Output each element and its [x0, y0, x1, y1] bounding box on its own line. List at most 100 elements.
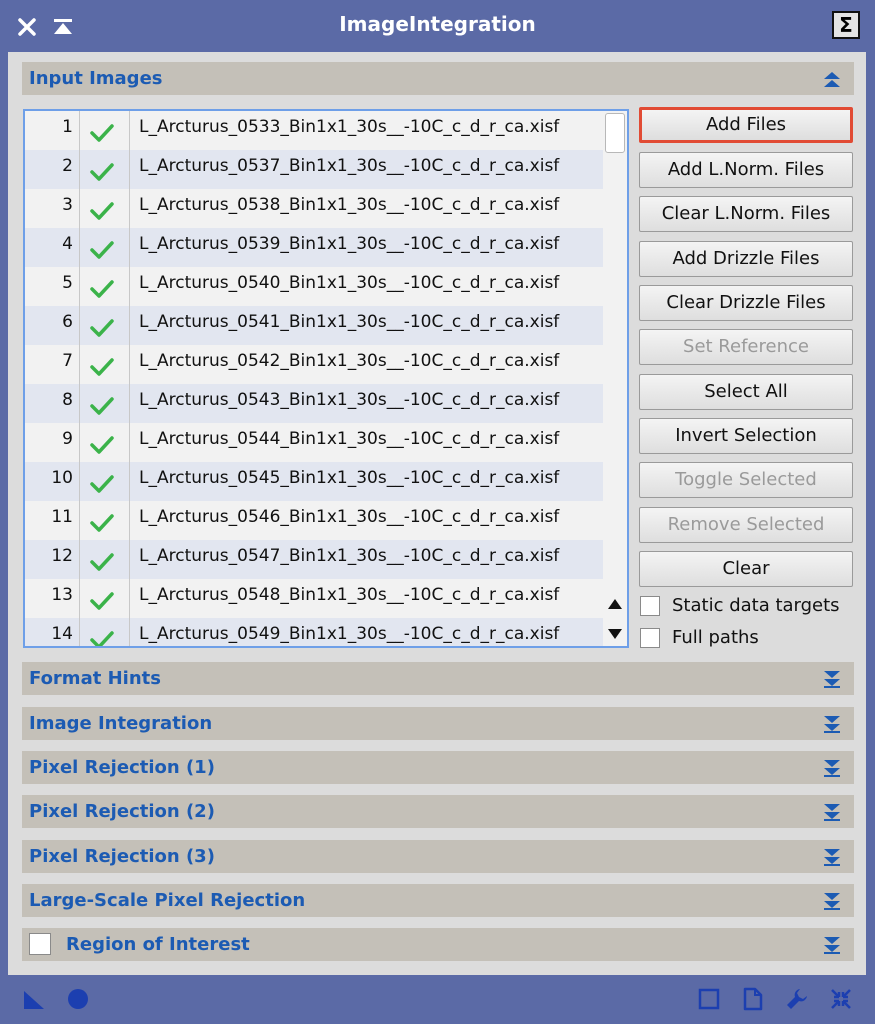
window-title: ImageIntegration: [339, 12, 536, 36]
checkmark-icon[interactable]: [89, 240, 115, 260]
table-row[interactable]: 5 L_Arcturus_0540_Bin1x1_30s__-10C_c_d_r_…: [25, 267, 603, 306]
title-bar: ImageIntegration Σ: [0, 0, 875, 52]
checkbox-label: Full paths: [672, 627, 759, 648]
expand-icon[interactable]: [822, 803, 842, 821]
checkmark-icon[interactable]: [89, 318, 115, 338]
checkmark-icon[interactable]: [89, 435, 115, 455]
section-title: Pixel Rejection (3): [29, 846, 215, 867]
file-name: L_Arcturus_0548_Bin1x1_30s__-10C_c_d_r_c…: [139, 585, 560, 605]
file-name: L_Arcturus_0537_Bin1x1_30s__-10C_c_d_r_c…: [139, 156, 560, 176]
clear-drizzle-files-button[interactable]: Clear Drizzle Files: [639, 285, 853, 321]
apply-global-icon[interactable]: [66, 987, 90, 1011]
checkmark-icon[interactable]: [89, 201, 115, 221]
row-index: 11: [51, 507, 73, 527]
section-region-of-interest[interactable]: Region of Interest: [22, 928, 854, 961]
table-row[interactable]: 8 L_Arcturus_0543_Bin1x1_30s__-10C_c_d_r_…: [25, 384, 603, 423]
section-pixel-rejection-3[interactable]: Pixel Rejection (3): [22, 840, 854, 873]
full-paths-checkbox[interactable]: [640, 628, 660, 648]
toggle-selected-button[interactable]: Toggle Selected: [639, 462, 853, 498]
section-pixel-rejection-2[interactable]: Pixel Rejection (2): [22, 795, 854, 828]
row-index: 6: [62, 312, 73, 332]
section-title: Pixel Rejection (1): [29, 757, 215, 778]
select-all-button[interactable]: Select All: [639, 374, 853, 410]
table-row[interactable]: 14 L_Arcturus_0549_Bin1x1_30s__-10C_c_d_r…: [25, 618, 603, 648]
checkmark-icon[interactable]: [89, 279, 115, 299]
bottom-toolbar: [0, 975, 875, 1024]
row-index: 13: [51, 585, 73, 605]
file-name: L_Arcturus_0539_Bin1x1_30s__-10C_c_d_r_c…: [139, 234, 560, 254]
checkmark-icon[interactable]: [89, 591, 115, 611]
row-index: 3: [62, 195, 73, 215]
list-scrollbar[interactable]: [603, 111, 627, 646]
checkmark-icon[interactable]: [89, 474, 115, 494]
set-reference-button[interactable]: Set Reference: [639, 329, 853, 365]
invert-selection-button[interactable]: Invert Selection: [639, 418, 853, 454]
expand-icon[interactable]: [822, 848, 842, 866]
input-images-list[interactable]: 1 L_Arcturus_0533_Bin1x1_30s__-10C_c_d_r_…: [23, 109, 629, 648]
table-row[interactable]: 10 L_Arcturus_0545_Bin1x1_30s__-10C_c_d_r…: [25, 462, 603, 501]
row-index: 7: [62, 351, 73, 371]
table-row[interactable]: 4 L_Arcturus_0539_Bin1x1_30s__-10C_c_d_r_…: [25, 228, 603, 267]
section-title: Image Integration: [29, 713, 213, 734]
clear-button[interactable]: Clear: [639, 551, 853, 587]
checkmark-icon[interactable]: [89, 357, 115, 377]
remove-selected-button[interactable]: Remove Selected: [639, 507, 853, 543]
checkmark-icon[interactable]: [89, 123, 115, 143]
scroll-up-icon[interactable]: [608, 599, 622, 609]
document-icon[interactable]: [741, 987, 765, 1011]
section-format-hints[interactable]: Format Hints: [22, 662, 854, 695]
add-lnorm-files-button[interactable]: Add L.Norm. Files: [639, 152, 853, 188]
section-title: Region of Interest: [66, 934, 250, 955]
row-index: 10: [51, 468, 73, 488]
section-pixel-rejection-1[interactable]: Pixel Rejection (1): [22, 751, 854, 784]
checkmark-icon[interactable]: [89, 552, 115, 572]
scrollbar-thumb[interactable]: [605, 113, 625, 153]
sigma-icon[interactable]: Σ: [832, 11, 860, 39]
file-name: L_Arcturus_0542_Bin1x1_30s__-10C_c_d_r_c…: [139, 351, 560, 371]
section-title: Input Images: [29, 68, 163, 89]
row-index: 12: [51, 546, 73, 566]
table-row[interactable]: 6 L_Arcturus_0541_Bin1x1_30s__-10C_c_d_r_…: [25, 306, 603, 345]
section-input-images[interactable]: Input Images: [22, 62, 854, 95]
checkmark-icon[interactable]: [89, 396, 115, 416]
dialog-content: Input Images 1 L_Arcturus_0533_Bin1x1_30s…: [8, 52, 866, 975]
checkmark-icon[interactable]: [89, 513, 115, 533]
new-instance-icon[interactable]: [22, 987, 46, 1011]
row-index: 14: [51, 624, 73, 644]
scroll-down-icon[interactable]: [608, 629, 622, 639]
table-row[interactable]: 12 L_Arcturus_0547_Bin1x1_30s__-10C_c_d_r…: [25, 540, 603, 579]
add-drizzle-files-button[interactable]: Add Drizzle Files: [639, 241, 853, 277]
table-row[interactable]: 7 L_Arcturus_0542_Bin1x1_30s__-10C_c_d_r_…: [25, 345, 603, 384]
table-row[interactable]: 11 L_Arcturus_0546_Bin1x1_30s__-10C_c_d_r…: [25, 501, 603, 540]
expand-icon[interactable]: [822, 759, 842, 777]
row-index: 2: [62, 156, 73, 176]
settings-wrench-icon[interactable]: [785, 987, 809, 1011]
clear-lnorm-files-button[interactable]: Clear L.Norm. Files: [639, 196, 853, 232]
file-name: L_Arcturus_0543_Bin1x1_30s__-10C_c_d_r_c…: [139, 390, 560, 410]
reset-icon[interactable]: [829, 987, 853, 1011]
section-title: Large-Scale Pixel Rejection: [29, 890, 306, 911]
collapse-icon[interactable]: [822, 70, 842, 88]
table-row[interactable]: 2 L_Arcturus_0537_Bin1x1_30s__-10C_c_d_r_…: [25, 150, 603, 189]
expand-icon[interactable]: [822, 936, 842, 954]
static-data-targets-checkbox[interactable]: [640, 596, 660, 616]
file-name: L_Arcturus_0540_Bin1x1_30s__-10C_c_d_r_c…: [139, 273, 560, 293]
expand-icon[interactable]: [822, 715, 842, 733]
table-row[interactable]: 13 L_Arcturus_0548_Bin1x1_30s__-10C_c_d_r…: [25, 579, 603, 618]
region-of-interest-checkbox[interactable]: [29, 933, 51, 955]
expand-icon[interactable]: [822, 892, 842, 910]
add-files-button[interactable]: Add Files: [639, 107, 853, 143]
table-row[interactable]: 9 L_Arcturus_0544_Bin1x1_30s__-10C_c_d_r_…: [25, 423, 603, 462]
row-index: 9: [62, 429, 73, 449]
section-large-scale-pixel-rejection[interactable]: Large-Scale Pixel Rejection: [22, 884, 854, 917]
expand-icon[interactable]: [822, 670, 842, 688]
file-name: L_Arcturus_0538_Bin1x1_30s__-10C_c_d_r_c…: [139, 195, 560, 215]
section-image-integration[interactable]: Image Integration: [22, 707, 854, 740]
checkmark-icon[interactable]: [89, 630, 115, 648]
table-row[interactable]: 1 L_Arcturus_0533_Bin1x1_30s__-10C_c_d_r_…: [25, 111, 603, 150]
row-index: 5: [62, 273, 73, 293]
checkmark-icon[interactable]: [89, 162, 115, 182]
table-row[interactable]: 3 L_Arcturus_0538_Bin1x1_30s__-10C_c_d_r_…: [25, 189, 603, 228]
file-name: L_Arcturus_0545_Bin1x1_30s__-10C_c_d_r_c…: [139, 468, 560, 488]
browse-docs-icon[interactable]: [697, 987, 721, 1011]
